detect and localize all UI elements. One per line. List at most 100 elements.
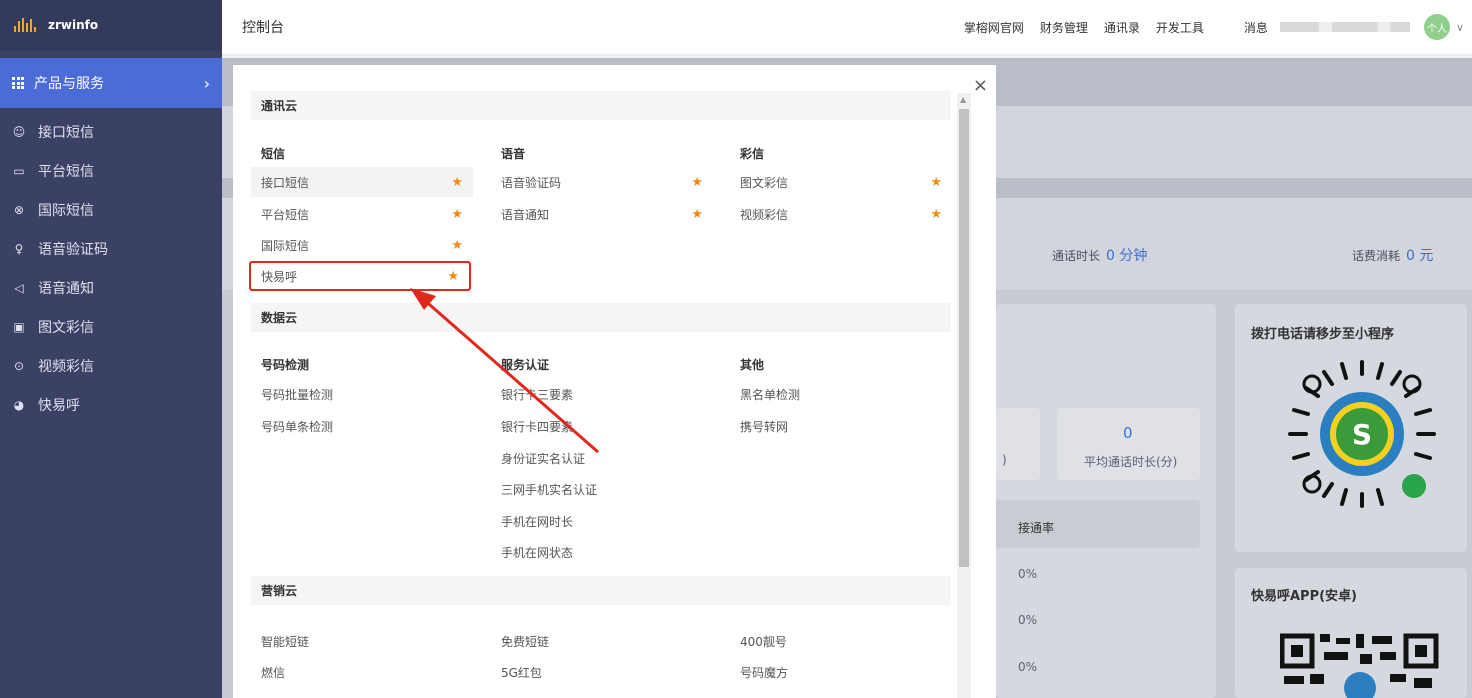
product-api-sms[interactable]: 接口短信 ★	[251, 167, 473, 197]
miniprogram-card-title: 拨打电话请移步至小程序	[1251, 327, 1395, 342]
close-icon[interactable]: ×	[973, 75, 988, 96]
globe-icon: ⊗	[13, 202, 25, 217]
sidebar: zrwinfo 产品与服务 › ☺ 接口短信 ▭ 平台短信 ⊗ 国际短信 ♀ 语音验证码…	[0, 0, 222, 698]
avg-duration-label: 平均通话时长(分)	[1084, 455, 1178, 469]
sidebar-item-quick-call[interactable]: ◕ 快易呼	[0, 385, 222, 424]
star-icon[interactable]: ★	[451, 207, 463, 222]
avg-duration-value: 0	[1123, 424, 1133, 442]
product-single-detect[interactable]: 号码单条检测	[251, 411, 473, 441]
product-quick-call[interactable]: 快易呼 ★	[249, 261, 471, 291]
sidebar-item-label: 平台短信	[38, 163, 94, 180]
table-header-connect-rate: 接通率	[1018, 521, 1055, 535]
product-platform-sms[interactable]: 平台短信 ★	[251, 199, 473, 229]
products-services-panel: × ▲ 通讯云 短信 语音 彩信 接口短信 ★ 平台短信 ★ 国际短信 ★ 快易呼 ★ …	[233, 65, 996, 698]
sidebar-item-api-sms[interactable]: ☺ 接口短信	[0, 112, 222, 151]
sidebar-item-label: 视频彩信	[38, 358, 94, 375]
product-bank-3factor[interactable]: 银行卡三要素	[491, 379, 713, 409]
product-smart-link[interactable]: 智能短链	[251, 626, 473, 656]
image-icon: ▣	[13, 319, 25, 334]
sidebar-item-intl-sms[interactable]: ⊗ 国际短信	[0, 190, 222, 229]
section-data-cloud: 数据云	[251, 303, 951, 332]
product-bank-4factor[interactable]: 银行卡四要素	[491, 411, 713, 441]
logo-bars-icon	[14, 18, 42, 32]
chevron-right-icon: ›	[203, 73, 210, 93]
message-icon: ▭	[13, 163, 25, 178]
android-app-card-title: 快易呼APP(安卓)	[1251, 589, 1357, 604]
product-ranxin[interactable]: 燃信	[251, 657, 473, 687]
star-icon[interactable]: ★	[451, 175, 463, 190]
star-icon[interactable]: ★	[691, 175, 703, 190]
header-messages[interactable]: 消息	[1244, 19, 1268, 36]
brand-logo[interactable]: zrwinfo	[0, 0, 222, 50]
sidebar-item-video-mms[interactable]: ⊙ 视频彩信	[0, 346, 222, 385]
sidebar-item-voice-code[interactable]: ♀ 语音验证码	[0, 229, 222, 268]
product-400-number[interactable]: 400靓号	[730, 626, 952, 656]
product-5g-redpacket[interactable]: 5G红包	[491, 657, 713, 687]
star-icon[interactable]: ★	[691, 207, 703, 222]
panel-scrollbar[interactable]: ▲	[957, 93, 971, 698]
miniprogram-qr-icon: S	[1288, 360, 1436, 508]
microphone-icon: ♀	[14, 241, 24, 256]
number-detect-column-title: 号码检测	[261, 358, 310, 372]
android-app-qr-icon	[1280, 633, 1439, 698]
call-cost-stat: 话费消耗 0 元	[1352, 248, 1434, 264]
sidebar-item-label: 语音验证码	[38, 241, 108, 258]
page-title: 控制台	[242, 20, 284, 36]
sidebar-products-services[interactable]: 产品与服务 ›	[0, 58, 222, 108]
star-icon[interactable]: ★	[451, 238, 463, 253]
product-id-auth[interactable]: 身份证实名认证	[491, 443, 713, 473]
sidebar-item-label: 国际短信	[38, 202, 94, 219]
sidebar-item-label: 语音通知	[38, 280, 94, 297]
sidebar-item-label: 快易呼	[38, 397, 80, 414]
product-phone-online-duration[interactable]: 手机在网时长	[491, 506, 713, 536]
connect-rate-cell: 0%	[1018, 660, 1038, 674]
scrollbar-thumb[interactable]	[959, 109, 969, 567]
chat-icon: ☺	[12, 124, 26, 139]
sidebar-item-picture-mms[interactable]: ▣ 图文彩信	[0, 307, 222, 346]
speaker-icon: ◁	[14, 280, 24, 295]
sidebar-item-voice-notice[interactable]: ◁ 语音通知	[0, 268, 222, 307]
product-phone-online-status[interactable]: 手机在网状态	[491, 537, 713, 567]
header-link-official-site[interactable]: 掌榕网官网	[964, 19, 1024, 36]
service-auth-column-title: 服务认证	[501, 358, 550, 372]
product-picture-mms[interactable]: 图文彩信 ★	[730, 167, 952, 197]
phone-circle-icon: ◕	[13, 397, 25, 412]
product-batch-detect[interactable]: 号码批量检测	[251, 379, 473, 409]
connect-rate-cell: 0%	[1018, 613, 1038, 627]
product-phone-realname[interactable]: 三网手机实名认证	[491, 474, 713, 504]
header-link-contacts[interactable]: 通讯录	[1104, 19, 1140, 36]
sidebar-products-label: 产品与服务	[34, 76, 104, 92]
product-free-link[interactable]: 免费短链	[491, 626, 713, 656]
sidebar-item-label: 接口短信	[38, 124, 94, 141]
star-icon[interactable]: ★	[930, 175, 942, 190]
avatar[interactable]: 个人	[1423, 14, 1450, 40]
brand-name: zrwinfo	[48, 18, 99, 32]
product-number-portability[interactable]: 携号转网	[730, 411, 952, 441]
star-icon[interactable]: ★	[930, 207, 942, 222]
star-icon[interactable]: ★	[447, 269, 459, 284]
user-name-redacted	[1279, 22, 1410, 32]
grid-icon	[12, 77, 24, 89]
voice-column-title: 语音	[501, 147, 526, 161]
section-communication-cloud: 通讯云	[251, 91, 951, 120]
product-number-cube[interactable]: 号码魔方	[730, 657, 952, 687]
scroll-up-icon[interactable]: ▲	[960, 95, 966, 104]
section-marketing-cloud: 营销云	[251, 576, 951, 605]
svg-text:S: S	[1352, 418, 1372, 451]
header-link-dev-tools[interactable]: 开发工具	[1156, 19, 1204, 36]
play-icon: ⊙	[13, 358, 25, 373]
top-header: 控制台 掌榕网官网 财务管理 通讯录 开发工具 消息 个人 ∨	[222, 0, 1472, 56]
product-video-mms[interactable]: 视频彩信 ★	[730, 199, 952, 229]
call-duration-stat: 通话时长 0 分钟	[1052, 248, 1148, 264]
product-intl-sms[interactable]: 国际短信 ★	[251, 230, 473, 260]
header-link-finance[interactable]: 财务管理	[1040, 19, 1088, 36]
mms-column-title: 彩信	[740, 147, 765, 161]
sms-column-title: 短信	[261, 147, 286, 161]
connect-rate-cell: 0%	[1018, 567, 1038, 581]
sidebar-item-platform-sms[interactable]: ▭ 平台短信	[0, 151, 222, 190]
product-voice-notice[interactable]: 语音通知 ★	[491, 199, 713, 229]
chevron-down-icon[interactable]: ∨	[1456, 21, 1464, 34]
product-blacklist-detect[interactable]: 黑名单检测	[730, 379, 952, 409]
sidebar-item-label: 图文彩信	[38, 319, 94, 336]
product-voice-code[interactable]: 语音验证码 ★	[491, 167, 713, 197]
